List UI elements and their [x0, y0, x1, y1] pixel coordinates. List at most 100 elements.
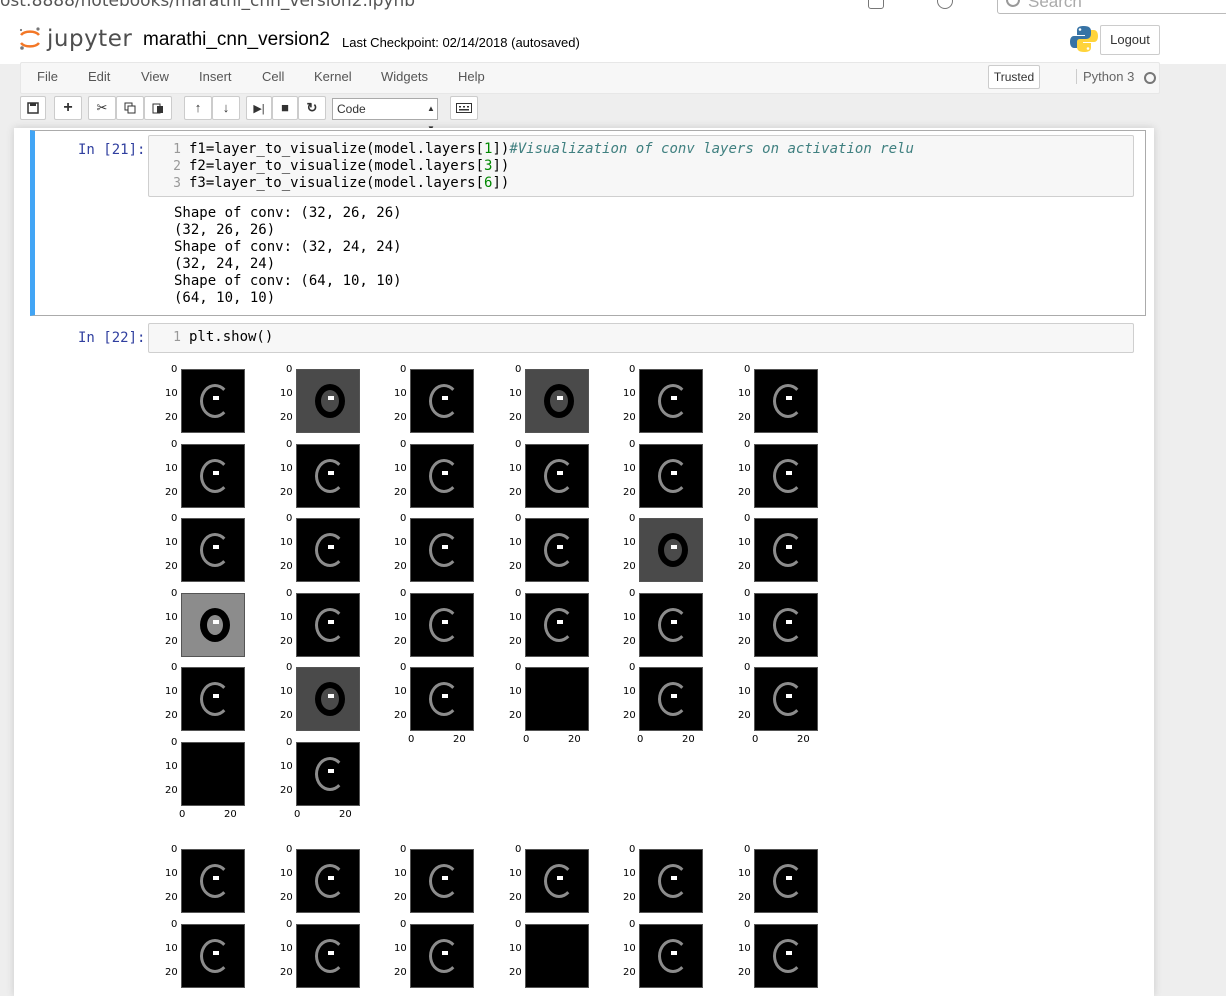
- menu-help[interactable]: Help: [458, 69, 485, 84]
- y-tick-label: 20: [165, 710, 178, 721]
- y-tick-label: 0: [171, 918, 178, 930]
- menu-widgets[interactable]: Widgets: [381, 69, 428, 84]
- y-tick-label: 0: [286, 438, 293, 450]
- y-tick-label: 20: [509, 966, 522, 978]
- y-tick-label: 10: [738, 462, 751, 474]
- activation-dot: [557, 470, 563, 475]
- y-tick-label: 10: [165, 760, 178, 772]
- activation-map: [181, 369, 245, 433]
- browser-search-input[interactable]: Search: [997, 0, 1226, 14]
- jupyter-logo-text[interactable]: jupyter: [47, 26, 132, 52]
- jupyter-logo-icon[interactable]: [18, 26, 42, 52]
- y-tick-label: 20: [738, 561, 751, 572]
- plus-icon: +: [63, 99, 73, 116]
- activation-dot: [213, 694, 219, 698]
- y-tick-label: 0: [744, 662, 751, 673]
- save-icon: [27, 102, 39, 114]
- save-button[interactable]: [20, 96, 46, 120]
- activation-map: [296, 369, 360, 433]
- y-tick-label: 20: [165, 966, 178, 978]
- page-icon[interactable]: [868, 0, 884, 9]
- y-tick-label: 10: [623, 537, 636, 548]
- bookmark-star-icon[interactable]: [964, 0, 978, 7]
- y-tick-label: 10: [280, 611, 293, 623]
- activation-map: [639, 849, 703, 913]
- cell-type-select[interactable]: Code ▲▼: [332, 98, 438, 133]
- activation-dot: [442, 470, 448, 475]
- reader-icon[interactable]: [937, 0, 953, 9]
- activation-dot: [786, 545, 792, 549]
- activation-glyph: [773, 607, 803, 642]
- y-tick-label: 0: [171, 587, 178, 599]
- cut-button[interactable]: ✂: [88, 96, 116, 120]
- activation-dot: [328, 396, 334, 400]
- menu-edit[interactable]: Edit: [88, 69, 110, 84]
- notebook-toolbar: + ✂ ↑ ↓ ▶| ■ ↻ Code ▲▼: [20, 96, 1160, 133]
- y-tick-label: 20: [280, 892, 293, 903]
- restart-button[interactable]: ↻: [298, 96, 326, 120]
- activation-map: [181, 518, 245, 582]
- menu-kernel[interactable]: Kernel: [314, 69, 352, 84]
- y-tick-label: 20: [738, 892, 751, 903]
- activation-map: [525, 849, 589, 913]
- activation-glyph: [200, 384, 230, 418]
- insert-cell-button[interactable]: +: [54, 96, 82, 120]
- y-tick-label: 10: [165, 611, 178, 623]
- y-tick-label: 0: [400, 662, 407, 673]
- y-tick-label: 10: [738, 611, 751, 623]
- y-tick-label: 20: [394, 486, 407, 498]
- copy-button[interactable]: [116, 96, 144, 120]
- y-tick-label: 10: [509, 462, 522, 474]
- activation-dot: [442, 876, 448, 880]
- y-tick-label: 20: [509, 412, 522, 423]
- activation-glyph: [315, 458, 345, 493]
- y-tick-label: 20: [738, 966, 751, 978]
- browser-url-bar[interactable]: ost:8888/notebooks/marathi_cnn_version2.…: [0, 0, 1226, 15]
- logout-button[interactable]: Logout: [1100, 25, 1160, 55]
- trusted-indicator[interactable]: Trusted: [988, 65, 1040, 89]
- activation-map: [639, 518, 703, 582]
- y-tick-label: 20: [738, 486, 751, 498]
- kernel-name[interactable]: Python 3: [1076, 69, 1134, 84]
- menu-insert[interactable]: Insert: [199, 69, 232, 84]
- y-tick-label: 10: [738, 537, 751, 548]
- activation-dot: [328, 545, 334, 549]
- move-up-button[interactable]: ↑: [184, 96, 212, 120]
- activation-dot: [557, 876, 563, 880]
- move-down-button[interactable]: ↓: [212, 96, 240, 120]
- activation-map: [525, 518, 589, 582]
- activation-glyph: [658, 533, 688, 567]
- activation-map: [296, 518, 360, 582]
- activation-dot: [442, 694, 448, 698]
- activation-glyph: [544, 384, 574, 418]
- more-icon[interactable]: [908, 0, 922, 7]
- y-tick-label: 20: [623, 561, 636, 572]
- url-text[interactable]: ost:8888/notebooks/marathi_cnn_version2.…: [0, 0, 415, 11]
- y-tick-label: 20: [509, 892, 522, 903]
- activation-map: [296, 443, 360, 508]
- activation-glyph: [200, 938, 230, 973]
- menu-cell[interactable]: Cell: [262, 69, 284, 84]
- notebook-container[interactable]: In [21]: 1 f1=layer_to_visualize(model.l…: [14, 128, 1154, 996]
- run-button[interactable]: ▶|: [246, 96, 272, 120]
- y-tick-label: 10: [280, 388, 293, 399]
- activation-map: [296, 592, 360, 657]
- interrupt-button[interactable]: ■: [272, 96, 298, 120]
- y-tick-label: 0: [629, 364, 636, 375]
- y-tick-label: 0: [286, 364, 293, 375]
- activation-glyph: [658, 864, 688, 898]
- command-palette-button[interactable]: [450, 96, 478, 120]
- activation-map: [181, 443, 245, 508]
- y-tick-label: 20: [509, 710, 522, 721]
- activation-map: [181, 923, 245, 988]
- menu-file[interactable]: File: [37, 69, 58, 84]
- activation-dot: [671, 545, 677, 549]
- menu-view[interactable]: View: [141, 69, 169, 84]
- arrow-up-icon: ↑: [194, 100, 202, 115]
- y-tick-label: 20: [394, 635, 407, 647]
- y-tick-label: 10: [509, 611, 522, 623]
- paste-button[interactable]: [144, 96, 172, 120]
- notebook-name[interactable]: marathi_cnn_version2: [143, 29, 330, 51]
- y-tick-label: 0: [629, 844, 636, 855]
- y-tick-label: 0: [286, 918, 293, 930]
